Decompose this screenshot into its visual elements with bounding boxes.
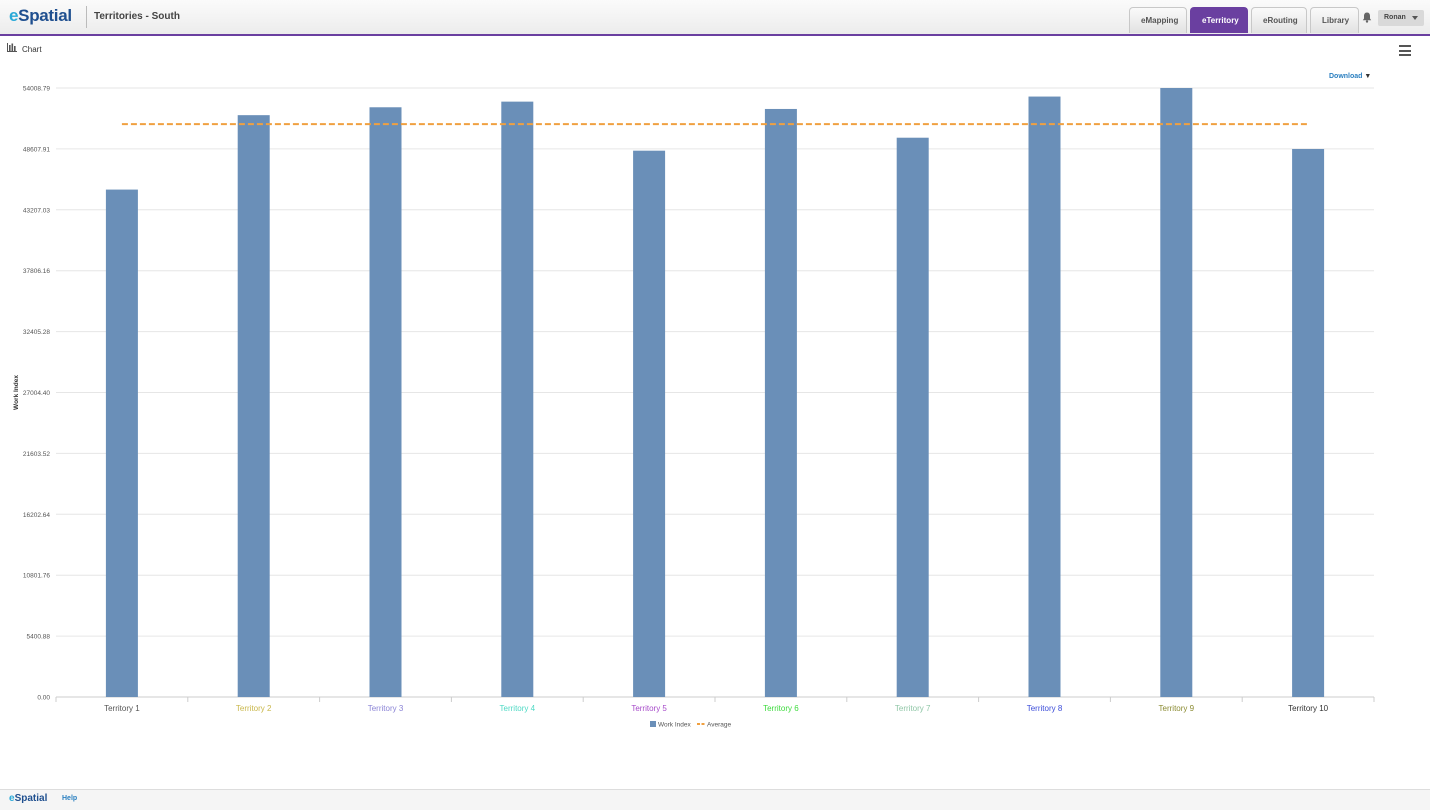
x-tick-label: Territory 3	[368, 704, 404, 713]
y-tick-label: 27004.40	[23, 390, 50, 397]
y-tick-label: 32405.28	[23, 329, 50, 336]
logo-text: Spatial	[18, 6, 72, 25]
bar	[1292, 148, 1325, 697]
page-title: Territories - South	[94, 11, 180, 22]
chevron-down-icon	[1412, 16, 1418, 20]
y-tick-label: 10801.76	[23, 573, 50, 580]
work-index-chart: 0.00 5400.88 10801.76 16202.64 21603.52 27004…	[13, 86, 1375, 729]
app-tabs: eMapping eTerritory eRouting Library	[1129, 7, 1359, 33]
x-tick-label: Territory 4	[500, 704, 536, 713]
tab-emapping[interactable]: eMapping	[1129, 7, 1187, 33]
x-tick-label: Territory 9	[1159, 704, 1195, 713]
logo-e: e	[9, 6, 19, 25]
bar	[369, 107, 402, 698]
bar	[105, 189, 138, 698]
bar	[1160, 88, 1193, 697]
x-tick-label: Territory 2	[236, 704, 272, 713]
y-axis-label: Work Index	[13, 375, 20, 410]
user-menu-button[interactable]: Ronan	[1378, 10, 1424, 26]
footer-logo-text: Spatial	[14, 793, 48, 804]
espatial-logo[interactable]: eSpatial	[9, 6, 72, 26]
y-tick-label: 21603.52	[23, 451, 50, 458]
bar	[501, 101, 534, 697]
x-tick-label: Territory 8	[1027, 704, 1063, 713]
y-tick-label: 43207.03	[23, 207, 50, 214]
x-tick-label: Territory 6	[763, 704, 799, 713]
y-tick-label: 16202.64	[23, 512, 50, 519]
tab-eterritory[interactable]: eTerritory	[1190, 7, 1248, 33]
y-tick-label: 54008.79	[23, 86, 50, 93]
notification-bell-icon[interactable]	[1362, 12, 1372, 23]
bar	[633, 150, 666, 697]
tab-library[interactable]: Library	[1310, 7, 1359, 33]
legend-label-work-index: Work Index	[658, 722, 692, 729]
legend-label-average: Average	[707, 722, 731, 729]
app-footer: eSpatial Help	[0, 789, 1430, 810]
help-link[interactable]: Help	[62, 795, 77, 802]
app-header: eSpatial Territories - South eMapping eT…	[0, 0, 1430, 36]
bar	[896, 137, 929, 697]
y-tick-label: 48607.91	[23, 146, 50, 153]
y-tick-label: 5400.88	[27, 634, 51, 641]
y-tick-label: 0.00	[37, 695, 50, 702]
bar	[237, 115, 270, 697]
x-tick-label: Territory 7	[895, 704, 931, 713]
footer-espatial-logo[interactable]: eSpatial	[9, 793, 47, 804]
y-tick-label: 37806.16	[23, 268, 50, 275]
bar	[764, 108, 797, 698]
panel-title: Chart	[22, 45, 42, 54]
legend-swatch-work-index	[650, 721, 656, 727]
hamburger-menu-icon[interactable]	[1399, 45, 1411, 56]
bar-chart-icon	[7, 43, 17, 52]
x-tick-label: Territory 1	[104, 704, 140, 713]
x-tick-label: Territory 5	[631, 704, 667, 713]
user-name: Ronan	[1384, 14, 1406, 21]
bar	[1028, 96, 1061, 697]
x-tick-label: Territory 10	[1288, 704, 1329, 713]
tab-erouting[interactable]: eRouting	[1251, 7, 1307, 33]
header-divider	[86, 6, 87, 28]
